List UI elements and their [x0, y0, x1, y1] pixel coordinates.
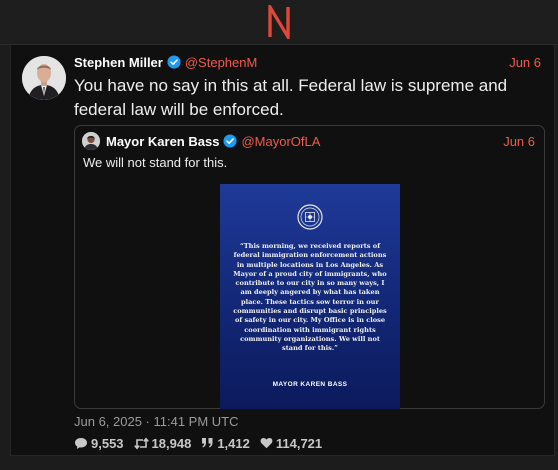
likes-stat[interactable]: 114,721	[260, 436, 322, 451]
retweet-icon	[133, 437, 149, 449]
replies-count: 9,553	[91, 435, 124, 451]
quote-author-handle[interactable]: @MayorOfLA	[241, 134, 320, 149]
author-handle[interactable]: @StephenM	[185, 55, 257, 70]
replies-stat[interactable]: 9,553	[74, 436, 124, 451]
likes-count: 114,721	[275, 435, 323, 451]
retweets-stat[interactable]: 18,948	[133, 435, 192, 451]
quotes-stat[interactable]: 1,412	[201, 436, 250, 451]
quote-header: Mayor Karen Bass @MayorOfLA Jun 6	[106, 132, 535, 150]
statement-image[interactable]: “This morning, we received reports of fe…	[220, 184, 400, 409]
verified-badge-icon	[167, 55, 181, 69]
comment-icon	[75, 437, 87, 449]
city-seal-icon	[297, 204, 323, 230]
quote-text: We will not stand for this.	[83, 155, 228, 170]
author-name[interactable]: Stephen Miller	[74, 55, 163, 70]
quote-author-avatar[interactable]	[82, 132, 100, 150]
quote-icon	[202, 438, 213, 448]
tweet-text: You have no say in this at all. Federal …	[74, 76, 508, 119]
tweet-date[interactable]: Jun 6	[509, 55, 541, 70]
tweet-header: Stephen Miller @StephenM Jun 6	[74, 53, 541, 71]
heart-icon	[260, 437, 273, 449]
tweet: Stephen Miller @StephenM Jun 6 You have …	[10, 45, 555, 455]
statement-text: “This morning, we received reports of fe…	[233, 242, 387, 353]
author-avatar[interactable]	[22, 56, 66, 100]
divider	[10, 455, 555, 456]
tweet-timestamp[interactable]: Jun 6, 2025 · 11:41 PM UTC	[74, 414, 239, 429]
nitter-logo-icon[interactable]	[266, 5, 292, 39]
quoted-tweet[interactable]: Mayor Karen Bass @MayorOfLA Jun 6 We wil…	[74, 125, 545, 409]
retweets-count: 18,948	[151, 435, 192, 451]
quote-date[interactable]: Jun 6	[503, 134, 535, 149]
statement-signature: MAYOR KAREN BASS	[272, 381, 348, 388]
quotes-count: 1,412	[217, 435, 250, 451]
tweet-stats: 9,553 18,948 1,412 114,721	[74, 435, 332, 451]
quote-author-name[interactable]: Mayor Karen Bass	[106, 134, 219, 149]
top-bar	[0, 0, 558, 44]
verified-badge-icon	[223, 134, 238, 148]
